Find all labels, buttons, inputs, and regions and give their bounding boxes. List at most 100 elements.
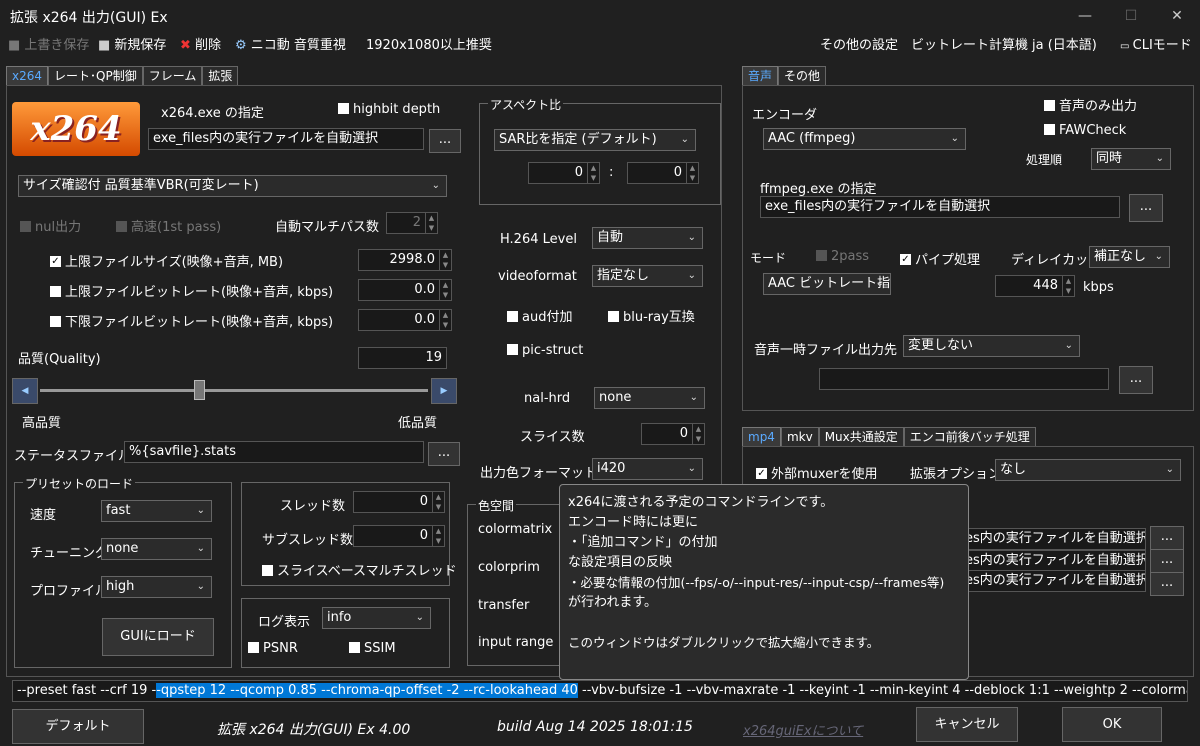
ext-option-select[interactable]: なし ⌄: [995, 459, 1181, 481]
max-bitrate-checkbox[interactable]: 上限ファイルビットレート(映像+音声, kbps): [50, 281, 333, 300]
close-button[interactable]: ✕: [1154, 0, 1200, 32]
twopass-checkbox[interactable]: 2pass: [816, 249, 869, 264]
default-button[interactable]: デフォルト: [12, 709, 144, 744]
nal-hrd-label: nal-hrd: [524, 391, 571, 406]
mux-browse-button-3[interactable]: ...: [1150, 572, 1184, 596]
tab-audio[interactable]: 音声: [742, 66, 779, 86]
tab-batch[interactable]: エンコ前後バッチ処理: [903, 427, 1036, 447]
speed-select[interactable]: fast ⌄: [101, 500, 212, 522]
other-settings-menu[interactable]: その他の設定: [820, 34, 898, 53]
max-bitrate-stepper[interactable]: 0.0 ▲ ▼: [358, 279, 452, 301]
nul-output-checkbox[interactable]: nul出力: [20, 216, 81, 235]
spin-arrows-icon: ▲ ▼: [432, 526, 444, 546]
mux-path-input-2[interactable]: es内の実行ファイルを自動選択: [960, 550, 1146, 572]
highbit-checkbox[interactable]: highbit depth: [338, 102, 440, 117]
profile-select[interactable]: high ⌄: [101, 576, 212, 598]
ffmpeg-browse-button[interactable]: ...: [1129, 194, 1163, 222]
aud-checkbox[interactable]: aud付加: [507, 306, 572, 325]
output-csp-select[interactable]: i420 ⌄: [592, 458, 703, 480]
spin-arrows-icon: ▲ ▼: [692, 424, 704, 444]
x264-exe-browse-button[interactable]: ...: [429, 129, 461, 153]
aspect-w-stepper[interactable]: 0 ▲ ▼: [528, 162, 600, 184]
gui-load-button[interactable]: GUIにロード: [102, 618, 214, 656]
minimize-button[interactable]: —: [1062, 0, 1108, 32]
cli-mode-menu[interactable]: ▭ CLIモード: [1120, 34, 1192, 53]
tab-other[interactable]: その他: [778, 66, 827, 86]
mux-browse-button-1[interactable]: ...: [1150, 526, 1184, 550]
h264-level-select[interactable]: 自動 ⌄: [592, 227, 703, 249]
faw-check-checkbox[interactable]: FAWCheck: [1044, 123, 1126, 138]
quality-input[interactable]: 19: [358, 347, 447, 369]
preset-menu[interactable]: ⚙ ニコ動 音質重視: [235, 34, 346, 53]
mux-browse-button-2[interactable]: ...: [1150, 549, 1184, 573]
external-muxer-checkbox[interactable]: ✓ 外部muxerを使用: [756, 463, 878, 482]
x264-logo: x264: [12, 102, 140, 156]
slices-stepper[interactable]: 0 ▲ ▼: [641, 423, 705, 445]
order-select[interactable]: 同時 ⌄: [1091, 148, 1171, 170]
status-file-browse-button[interactable]: ...: [428, 442, 460, 466]
audio-only-checkbox[interactable]: 音声のみ出力: [1044, 95, 1137, 114]
nal-hrd-select[interactable]: none ⌄: [594, 387, 705, 409]
auto-multipass-stepper[interactable]: 2 ▲ ▼: [386, 212, 438, 234]
bluray-checkbox[interactable]: blu-ray互換: [608, 306, 695, 325]
delete-menu[interactable]: ✖ 削除: [180, 34, 221, 53]
slice-mt-checkbox[interactable]: スライスベースマルチスレッド: [262, 560, 457, 579]
delay-cut-select[interactable]: 補正なし ⌄: [1089, 246, 1170, 268]
tab-x264[interactable]: x264: [6, 66, 49, 86]
audio-bitrate-stepper[interactable]: 448 ▲ ▼: [995, 275, 1075, 297]
slider-right-arrow-icon[interactable]: ▶: [431, 378, 457, 404]
psnr-checkbox[interactable]: PSNR: [248, 641, 298, 656]
aspect-h-stepper[interactable]: 0 ▲ ▼: [627, 162, 699, 184]
x264-exe-path-input[interactable]: exe_files内の実行ファイルを自動選択: [148, 128, 424, 150]
max-filesize-stepper[interactable]: 2998.0 ▲ ▼: [358, 249, 452, 271]
tab-rate-qp[interactable]: レート･QP制御: [48, 66, 143, 86]
min-bitrate-checkbox[interactable]: 下限ファイルビットレート(映像+音声, kbps): [50, 311, 333, 330]
tuning-select[interactable]: none ⌄: [101, 538, 212, 560]
status-file-input[interactable]: %{savfile}.stats: [124, 441, 424, 463]
min-bitrate-stepper[interactable]: 0.0 ▲ ▼: [358, 309, 452, 331]
tab-mp4[interactable]: mp4: [742, 427, 781, 447]
product-label: 拡張 x264 出力(GUI) Ex 4.00: [217, 722, 411, 738]
tab-extension[interactable]: 拡張: [202, 66, 239, 86]
colorprim-label: colorprim: [478, 560, 540, 575]
slider-thumb[interactable]: [194, 380, 206, 400]
temp-output-select[interactable]: 変更しない ⌄: [903, 335, 1080, 357]
commandline-box[interactable]: --preset fast --crf 19 --qpstep 12 --qco…: [12, 680, 1188, 702]
log-level-select[interactable]: info ⌄: [322, 607, 431, 629]
quality-slider[interactable]: ◀ ▶: [12, 378, 457, 404]
maximize-button[interactable]: ☐: [1108, 0, 1154, 32]
pic-struct-checkbox[interactable]: pic-struct: [507, 343, 583, 358]
encode-mode-select[interactable]: サイズ確認付 品質基準VBR(可変レート) ⌄: [18, 175, 447, 197]
videoformat-select[interactable]: 指定なし ⌄: [592, 265, 703, 287]
fast-first-pass-checkbox[interactable]: 高速(1st pass): [116, 216, 221, 235]
delete-label: 削除: [195, 38, 222, 53]
tooltip-line: ・「追加コマンド」の付加: [568, 535, 718, 550]
mux-path-input-1[interactable]: es内の実行ファイルを自動選択: [960, 528, 1146, 550]
bitrate-calc-menu[interactable]: ビットレート計算機: [911, 34, 1028, 53]
max-filesize-checkbox[interactable]: ✓ 上限ファイルサイズ(映像+音声, MB): [50, 251, 283, 270]
temp-path-input[interactable]: [819, 368, 1109, 390]
fast-first-pass-label: 高速(1st pass): [131, 220, 222, 235]
overwrite-save-menu[interactable]: ■ 上書き保存: [8, 34, 89, 53]
tab-mux-common[interactable]: Mux共通設定: [818, 427, 904, 447]
aspect-h-value: 0: [673, 165, 682, 180]
pipe-checkbox[interactable]: ✓ パイプ処理: [900, 249, 980, 268]
about-link[interactable]: x264guiExについて: [743, 720, 863, 739]
tab-frame[interactable]: フレーム: [142, 66, 203, 86]
log-level-value: info: [327, 610, 352, 625]
ssim-checkbox[interactable]: SSIM: [349, 641, 396, 656]
threads-stepper[interactable]: 0 ▲ ▼: [353, 491, 445, 513]
ok-button[interactable]: OK: [1062, 707, 1162, 742]
audio-mode-select[interactable]: AAC ビットレート指 ⌄: [763, 273, 891, 295]
language-menu[interactable]: ja (日本語): [1032, 34, 1097, 53]
temp-path-browse-button[interactable]: ...: [1119, 366, 1153, 394]
new-save-menu[interactable]: ■ 新規保存: [98, 34, 166, 53]
audio-encoder-select[interactable]: AAC (ffmpeg) ⌄: [763, 128, 966, 150]
mux-path-input-3[interactable]: es内の実行ファイルを自動選択: [960, 570, 1146, 592]
subthreads-stepper[interactable]: 0 ▲ ▼: [353, 525, 445, 547]
ffmpeg-path-input[interactable]: exe_files内の実行ファイルを自動選択: [760, 196, 1120, 218]
aspect-mode-select[interactable]: SAR比を指定 (デフォルト) ⌄: [494, 129, 696, 151]
slider-left-arrow-icon[interactable]: ◀: [12, 378, 38, 404]
cancel-button[interactable]: キャンセル: [916, 707, 1018, 742]
tab-mkv[interactable]: mkv: [780, 427, 819, 447]
